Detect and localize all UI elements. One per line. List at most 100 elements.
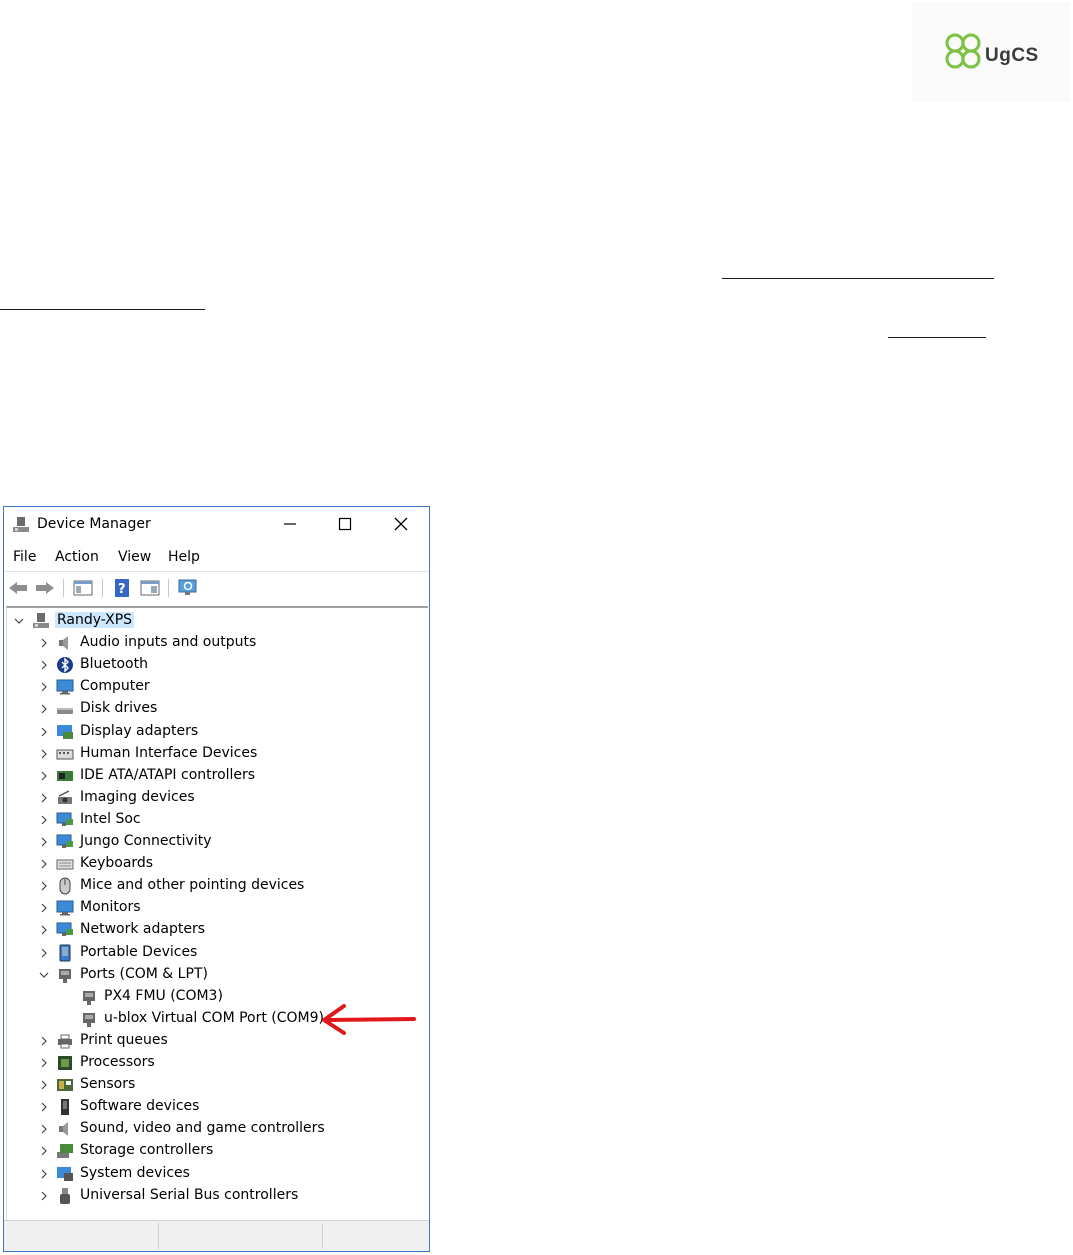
ugcs-logo: UgCS (912, 2, 1070, 102)
expand-toggle[interactable] (38, 1035, 50, 1047)
tree-item-label: Keyboards (80, 855, 154, 872)
tree-item[interactable]: Jungo Connectivity (7, 831, 425, 853)
tree-item-label: Universal Serial Bus controllers (80, 1186, 299, 1203)
tree-item[interactable]: Mice and other pointing devices (7, 875, 425, 897)
expand-toggle[interactable] (38, 924, 50, 936)
tree-item[interactable]: Universal Serial Bus controllers (7, 1185, 425, 1207)
expand-toggle[interactable] (38, 1190, 50, 1202)
menu-action[interactable]: Action (55, 549, 99, 565)
expand-toggle[interactable] (38, 814, 50, 826)
svg-text:?: ? (118, 582, 126, 597)
expand-toggle[interactable] (38, 858, 50, 870)
tree-item[interactable]: Audio inputs and outputs (7, 632, 425, 654)
tree-item[interactable]: Processors (7, 1052, 425, 1074)
chevron-right-icon (41, 682, 47, 692)
device-manager-window: Device Manager File Action View Help ? R… (3, 506, 430, 1252)
menu-bar: File Action View Help (4, 545, 429, 569)
expand-toggle[interactable] (38, 792, 50, 804)
tree-item[interactable]: IDE ATA/ATAPI controllers (7, 765, 425, 787)
device-manager-icon (13, 517, 29, 532)
speaker-icon (56, 634, 74, 652)
tree-item-label: Intel Soc (80, 810, 141, 827)
tree-item[interactable]: Ports (COM & LPT) (7, 964, 425, 986)
chevron-right-icon (41, 771, 47, 781)
properties-button[interactable] (139, 577, 161, 599)
tree-item[interactable]: Monitors (7, 897, 425, 919)
link-underline[interactable] (722, 278, 994, 279)
tree-item[interactable]: System devices (7, 1163, 425, 1185)
port-icon (80, 988, 98, 1006)
expand-toggle[interactable] (38, 1101, 50, 1113)
tree-item[interactable]: Disk drives (7, 698, 425, 720)
forward-arrow-icon (36, 582, 54, 594)
tree-item[interactable]: Imaging devices (7, 787, 425, 809)
collapse-toggle[interactable] (13, 615, 25, 627)
tree-root[interactable]: Randy-XPS (7, 610, 425, 632)
expand-toggle[interactable] (38, 681, 50, 693)
menu-view[interactable]: View (118, 549, 151, 565)
tree-item[interactable]: Intel Soc (7, 809, 425, 831)
back-button[interactable] (7, 577, 29, 599)
expand-toggle[interactable] (38, 659, 50, 671)
scan-hardware-button[interactable] (177, 577, 199, 599)
collapse-toggle[interactable] (38, 969, 50, 981)
hid-icon (56, 745, 74, 763)
menu-help[interactable]: Help (168, 549, 200, 565)
tree-item[interactable]: Bluetooth (7, 654, 425, 676)
system-icon (56, 1165, 74, 1183)
expand-toggle[interactable] (38, 1145, 50, 1157)
window-title: Device Manager (37, 516, 151, 532)
tree-item[interactable]: Computer (7, 676, 425, 698)
tree-item-label: Software devices (80, 1098, 200, 1115)
forward-button[interactable] (34, 577, 56, 599)
title-bar[interactable]: Device Manager (4, 507, 429, 541)
expand-toggle[interactable] (38, 748, 50, 760)
link-underline[interactable] (0, 309, 205, 310)
chevron-right-icon (41, 749, 47, 759)
maximize-button[interactable] (322, 507, 368, 541)
tree-item[interactable]: Sound, video and game controllers (7, 1118, 425, 1140)
help-icon: ? (115, 579, 129, 597)
expand-toggle[interactable] (38, 902, 50, 914)
tree-item[interactable]: Sensors (7, 1074, 425, 1096)
tree-item[interactable]: Keyboards (7, 853, 425, 875)
device-tree: Randy-XPS Audio inputs and outputs Bluetoo… (6, 606, 428, 1221)
portable-icon (56, 944, 74, 962)
network-icon (56, 833, 74, 851)
tree-item[interactable]: Display adapters (7, 721, 425, 743)
tree-item[interactable]: Network adapters (7, 919, 425, 941)
link-underline[interactable] (888, 337, 986, 338)
expand-toggle[interactable] (38, 1057, 50, 1069)
tree-item-label: u-blox Virtual COM Port (COM9) (104, 1009, 325, 1026)
close-button[interactable] (378, 507, 424, 541)
chevron-down-icon (14, 618, 24, 624)
maximize-icon (338, 517, 352, 531)
show-hide-console-tree-button[interactable] (72, 577, 94, 599)
expand-toggle[interactable] (38, 770, 50, 782)
expand-toggle[interactable] (38, 1079, 50, 1091)
expand-toggle[interactable] (38, 836, 50, 848)
chevron-right-icon (41, 727, 47, 736)
expand-toggle[interactable] (38, 1123, 50, 1135)
tree-item-label: Network adapters (80, 921, 205, 938)
tree-item-label: Audio inputs and outputs (80, 634, 257, 651)
tree-item[interactable]: Portable Devices (7, 942, 425, 964)
menu-file[interactable]: File (13, 549, 36, 565)
tree-item[interactable]: Storage controllers (7, 1140, 425, 1162)
expand-toggle[interactable] (38, 880, 50, 892)
mouse-icon (56, 877, 74, 895)
expand-toggle[interactable] (38, 947, 50, 959)
tree-item[interactable]: Human Interface Devices (7, 743, 425, 765)
port-icon (80, 1010, 98, 1028)
expand-toggle[interactable] (38, 637, 50, 649)
chevron-right-icon (41, 660, 47, 670)
chevron-right-icon (41, 1124, 47, 1134)
tree-item[interactable]: Software devices (7, 1096, 425, 1118)
expand-toggle[interactable] (38, 1168, 50, 1180)
expand-toggle[interactable] (38, 703, 50, 715)
scan-monitor-icon (178, 579, 197, 595)
help-button[interactable]: ? (111, 577, 133, 599)
computer-name-label: Randy-XPS (55, 612, 135, 628)
expand-toggle[interactable] (38, 726, 50, 738)
minimize-button[interactable] (267, 507, 313, 541)
